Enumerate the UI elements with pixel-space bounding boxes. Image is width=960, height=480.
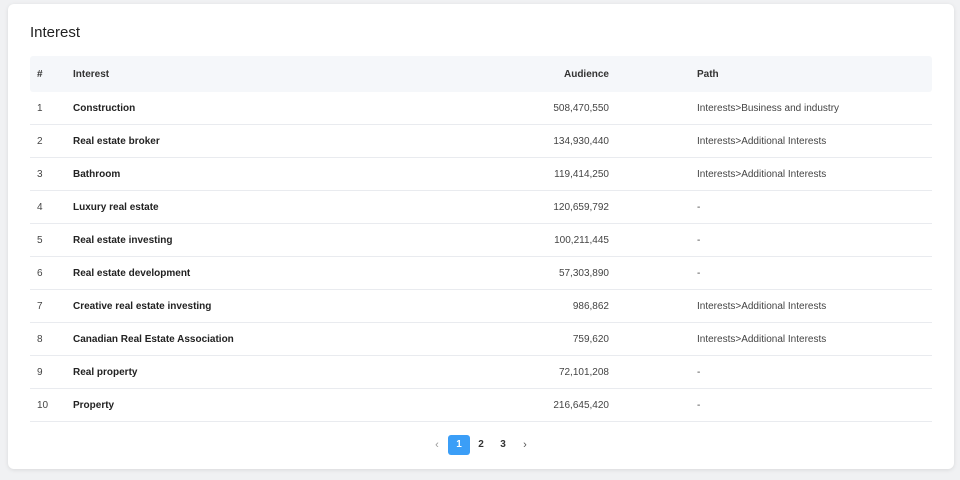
row-interest: Real estate investing [73,234,173,246]
row-index: 6 [37,267,43,279]
header-interest: Interest [73,68,110,80]
row-index: 1 [37,102,43,114]
row-interest: Real estate broker [73,135,160,147]
row-interest: Property [73,399,115,411]
table-row[interactable]: 7 Creative real estate investing 986,862… [30,290,932,323]
row-index: 3 [37,168,43,180]
header-index: # [37,68,43,80]
card-title: Interest [30,24,81,41]
row-interest: Canadian Real Estate Association [73,333,234,345]
row-audience: 119,414,250 [554,168,609,180]
page-button-1[interactable]: 1 [448,435,470,455]
row-path: Interests>Additional Interests [697,135,827,147]
row-interest: Real estate development [73,267,191,279]
row-interest: Luxury real estate [73,201,159,213]
row-audience: 120,659,792 [553,201,609,213]
table-row[interactable]: 10 Property 216,645,420 - [30,389,932,422]
row-path: Interests>Business and industry [697,102,840,114]
table-row[interactable]: 8 Canadian Real Estate Association 759,6… [30,323,932,356]
row-path: - [697,234,701,246]
table-header: # Interest Audience Path [30,56,932,92]
chevron-right-icon[interactable]: › [514,435,536,455]
row-audience: 508,470,550 [553,102,609,114]
row-audience: 759,620 [572,333,609,345]
row-index: 9 [37,366,43,378]
row-audience: 986,862 [572,300,609,312]
row-index: 7 [37,300,43,312]
row-interest: Construction [73,102,136,114]
row-path: - [697,399,701,411]
interest-table: # Interest Audience Path 1 Construction … [30,56,932,422]
row-audience: 216,645,420 [553,399,609,411]
row-path: - [697,201,701,213]
row-index: 2 [37,135,43,147]
row-path: Interests>Additional Interests [697,300,827,312]
page-button-2[interactable]: 2 [470,435,492,455]
row-interest: Bathroom [73,168,121,180]
table-row[interactable]: 5 Real estate investing 100,211,445 - [30,224,932,257]
table-row[interactable]: 2 Real estate broker 134,930,440 Interes… [30,125,932,158]
pagination: ‹ 1 2 3 › [8,435,954,455]
row-index: 10 [37,399,49,411]
row-audience: 134,930,440 [553,135,609,147]
table-row[interactable]: 1 Construction 508,470,550 Interests>Bus… [30,92,932,125]
row-audience: 57,303,890 [558,267,609,279]
header-audience: Audience [563,68,609,80]
row-interest: Creative real estate investing [73,300,212,312]
row-index: 8 [37,333,43,345]
row-interest: Real property [73,366,138,378]
table-row[interactable]: 9 Real property 72,101,208 - [30,356,932,389]
row-path: - [697,366,701,378]
row-audience: 100,211,445 [554,234,609,246]
page-button-3[interactable]: 3 [492,435,514,455]
row-path: Interests>Additional Interests [697,168,827,180]
table-row[interactable]: 4 Luxury real estate 120,659,792 - [30,191,932,224]
row-path: Interests>Additional Interests [697,333,827,345]
header-path: Path [697,68,719,80]
chevron-left-icon[interactable]: ‹ [426,435,448,455]
row-path: - [697,267,701,279]
table-row[interactable]: 6 Real estate development 57,303,890 - [30,257,932,290]
interest-card: Interest # Interest Audience Path 1 Cons… [8,4,954,469]
row-audience: 72,101,208 [558,366,609,378]
row-index: 5 [37,234,43,246]
table-row[interactable]: 3 Bathroom 119,414,250 Interests>Additio… [30,158,932,191]
row-index: 4 [37,201,43,213]
